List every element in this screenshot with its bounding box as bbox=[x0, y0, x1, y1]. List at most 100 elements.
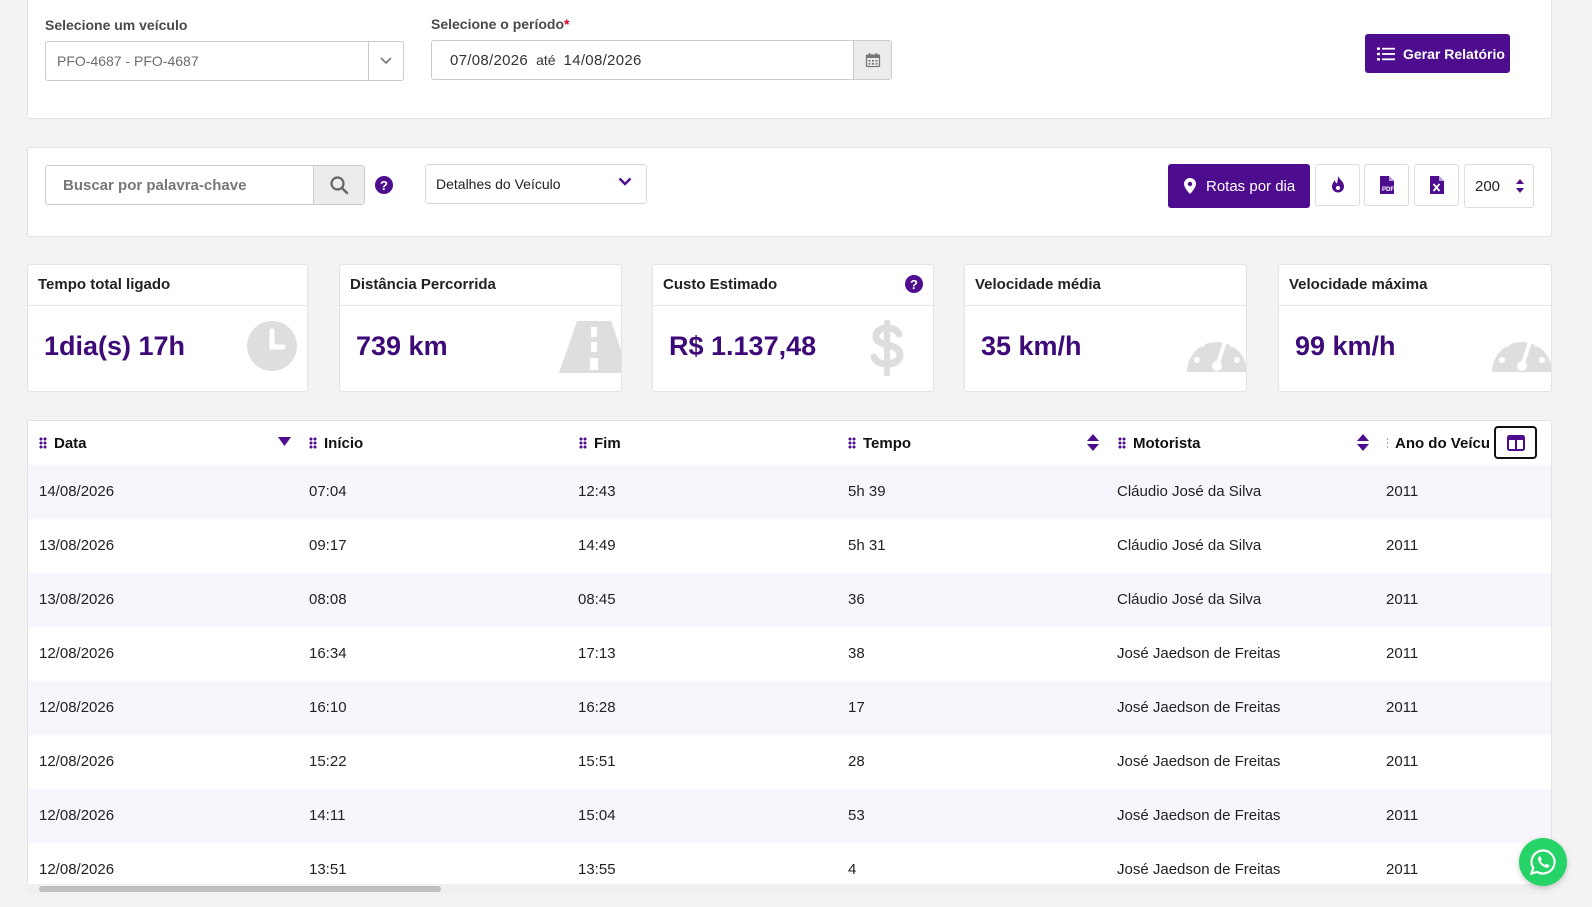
sort-icon bbox=[1516, 179, 1524, 193]
stat-title: Custo Estimado ? bbox=[653, 265, 933, 306]
speedometer-icon bbox=[1492, 333, 1551, 372]
table-row[interactable]: 12/08/2026 13:51 13:55 4 José Jaedson de… bbox=[28, 843, 1551, 890]
cell-motorista: José Jaedson de Freitas bbox=[1117, 807, 1281, 824]
table-row[interactable]: 12/08/2026 14:11 15:04 53 José Jaedson d… bbox=[28, 789, 1551, 843]
cell-data: 12/08/2026 bbox=[39, 807, 115, 824]
page-size-select[interactable]: 200 bbox=[1464, 164, 1534, 208]
excel-icon bbox=[1429, 176, 1444, 194]
drag-handle-icon[interactable] bbox=[1118, 437, 1126, 449]
filter-card: Selecione um veículo PFO-4687 - PFO-4687… bbox=[27, 0, 1552, 119]
heatmap-button[interactable] bbox=[1315, 164, 1360, 206]
column-header-fim[interactable]: Fim bbox=[579, 421, 621, 465]
cell-data: 12/08/2026 bbox=[39, 699, 115, 716]
table-row[interactable]: 12/08/2026 16:34 17:13 38 José Jaedson d… bbox=[28, 627, 1551, 681]
dollar-icon bbox=[870, 320, 904, 376]
cell-tempo: 4 bbox=[848, 861, 857, 878]
column-header-label: Tempo bbox=[863, 434, 912, 452]
stat-title: Distância Percorrida bbox=[340, 265, 621, 306]
chevron-down-icon[interactable] bbox=[368, 42, 403, 80]
cell-data: 12/08/2026 bbox=[39, 861, 115, 878]
table-row[interactable]: 14/08/2026 07:04 12:43 5h 39 Cláudio Jos… bbox=[28, 465, 1551, 519]
vehicle-label: Selecione um veículo bbox=[45, 17, 188, 33]
drag-handle-icon[interactable] bbox=[1387, 437, 1388, 449]
search-icon[interactable] bbox=[313, 166, 364, 204]
table-row[interactable]: 12/08/2026 16:10 16:28 17 José Jaedson d… bbox=[28, 681, 1551, 735]
stat-value: 99 km/h bbox=[1295, 331, 1396, 361]
cell-inicio: 08:08 bbox=[309, 591, 347, 608]
cell-motorista: Cláudio José da Silva bbox=[1117, 537, 1262, 554]
cell-inicio: 13:51 bbox=[309, 861, 347, 878]
sort-icon[interactable] bbox=[1357, 434, 1369, 451]
table-header: Data Início Fim Tempo Motorista Ano do V… bbox=[28, 421, 1551, 465]
date-separator: até bbox=[536, 52, 556, 68]
road-icon bbox=[559, 321, 621, 373]
cell-fim: 16:28 bbox=[578, 699, 616, 716]
columns-icon bbox=[1506, 434, 1525, 451]
date-to[interactable]: 14/08/2026 bbox=[564, 52, 642, 69]
cell-fim: 08:45 bbox=[578, 591, 616, 608]
column-header-data[interactable]: Data bbox=[39, 421, 294, 465]
export-pdf-button[interactable]: PDF bbox=[1364, 164, 1409, 206]
table-row[interactable]: 12/08/2026 15:22 15:51 28 José Jaedson d… bbox=[28, 735, 1551, 789]
help-icon[interactable]: ? bbox=[905, 275, 923, 293]
cell-motorista: José Jaedson de Freitas bbox=[1117, 753, 1281, 770]
cell-motorista: José Jaedson de Freitas bbox=[1117, 645, 1281, 662]
vehicle-select[interactable]: PFO-4687 - PFO-4687 bbox=[45, 41, 404, 81]
cell-inicio: 16:10 bbox=[309, 699, 347, 716]
cell-inicio: 15:22 bbox=[309, 753, 347, 770]
drag-handle-icon[interactable] bbox=[39, 437, 47, 449]
search-box bbox=[45, 165, 365, 205]
scrollbar-thumb[interactable] bbox=[39, 886, 441, 892]
view-select[interactable]: Detalhes do Veículo bbox=[425, 164, 647, 204]
sort-icon[interactable] bbox=[1087, 434, 1099, 451]
cell-motorista: Cláudio José da Silva bbox=[1117, 483, 1262, 500]
search-input[interactable] bbox=[46, 166, 313, 204]
table-row[interactable]: 13/08/2026 09:17 14:49 5h 31 Cláudio Jos… bbox=[28, 519, 1551, 573]
stat-cost: Custo Estimado ? R$ 1.137,48 bbox=[652, 264, 934, 392]
cell-tempo: 5h 39 bbox=[848, 483, 886, 500]
cell-tempo: 38 bbox=[848, 645, 865, 662]
stat-title: Velocidade média bbox=[965, 265, 1246, 306]
toolbar-card: ? Detalhes do Veículo Rotas por dia PDF … bbox=[27, 147, 1552, 237]
cell-data: 14/08/2026 bbox=[39, 483, 115, 500]
cell-motorista: Cláudio José da Silva bbox=[1117, 591, 1262, 608]
drag-handle-icon[interactable] bbox=[848, 437, 856, 449]
pdf-icon: PDF bbox=[1379, 176, 1394, 194]
table-body: 14/08/2026 07:04 12:43 5h 39 Cláudio Jos… bbox=[28, 465, 1551, 890]
help-icon[interactable]: ? bbox=[375, 176, 393, 194]
cell-ano: 2011 bbox=[1386, 699, 1419, 716]
column-settings-button[interactable] bbox=[1494, 426, 1537, 459]
drag-handle-icon[interactable] bbox=[309, 437, 317, 449]
column-header-ano[interactable]: Ano do Veícu bbox=[1387, 421, 1490, 465]
whatsapp-icon bbox=[1529, 849, 1556, 876]
generate-report-button[interactable]: Gerar Relatório bbox=[1365, 34, 1510, 73]
drag-handle-icon[interactable] bbox=[579, 437, 587, 449]
column-header-label: Início bbox=[324, 434, 364, 452]
date-from[interactable]: 07/08/2026 bbox=[450, 52, 528, 69]
stat-max-speed: Velocidade máxima 99 km/h bbox=[1278, 264, 1552, 392]
export-excel-button[interactable] bbox=[1414, 164, 1459, 206]
cell-data: 12/08/2026 bbox=[39, 645, 115, 662]
cell-ano: 2011 bbox=[1386, 537, 1419, 554]
cell-tempo: 28 bbox=[848, 753, 865, 770]
fire-icon bbox=[1331, 176, 1344, 193]
calendar-icon[interactable] bbox=[853, 41, 891, 79]
whatsapp-button[interactable] bbox=[1519, 838, 1567, 886]
horizontal-scrollbar[interactable] bbox=[27, 884, 1552, 894]
sort-desc-icon[interactable] bbox=[278, 437, 291, 446]
column-header-inicio[interactable]: Início bbox=[309, 421, 363, 465]
column-header-motorista[interactable]: Motorista bbox=[1118, 421, 1373, 465]
stat-total-time: Tempo total ligado 1dia(s) 17h bbox=[27, 264, 308, 392]
cell-inicio: 09:17 bbox=[309, 537, 347, 554]
cell-ano: 2011 bbox=[1386, 753, 1419, 770]
routes-by-day-button[interactable]: Rotas por dia bbox=[1168, 164, 1310, 208]
cell-tempo: 53 bbox=[848, 807, 865, 824]
table-row[interactable]: 13/08/2026 08:08 08:45 36 Cláudio José d… bbox=[28, 573, 1551, 627]
stat-title: Tempo total ligado bbox=[28, 265, 307, 306]
column-header-tempo[interactable]: Tempo bbox=[848, 421, 1103, 465]
stat-value: 739 km bbox=[356, 331, 448, 361]
cell-tempo: 36 bbox=[848, 591, 865, 608]
date-range-input[interactable]: 07/08/2026 até 14/08/2026 bbox=[431, 40, 892, 80]
required-mark: * bbox=[564, 16, 570, 32]
cell-tempo: 17 bbox=[848, 699, 865, 716]
